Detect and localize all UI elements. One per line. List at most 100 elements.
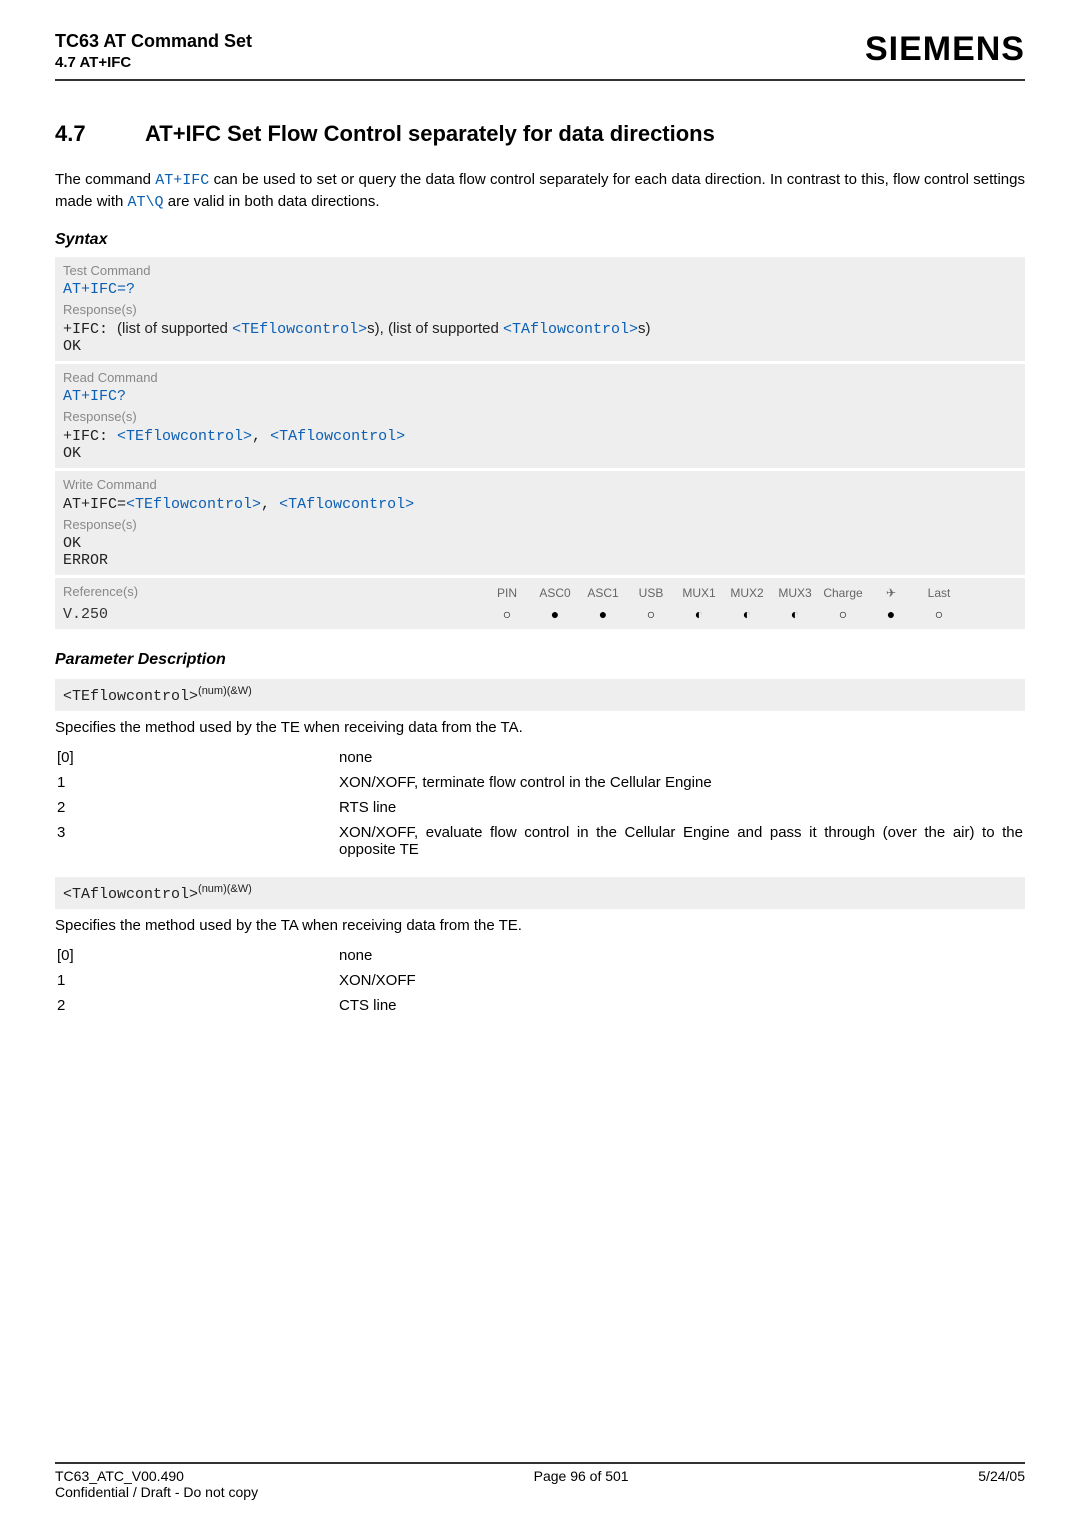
footer-center: Page 96 of 501 [534,1468,629,1484]
col-asc0: ASC0 [531,586,579,600]
section-title-text: AT+IFC Set Flow Control separately for d… [145,121,715,146]
ok-text: OK [63,445,1017,462]
panel-label: Response(s) [63,302,1017,317]
table-row: 2CTS line [57,994,1023,1017]
param-key: 1 [57,969,337,992]
status-icon: ● [579,606,627,622]
te-tag: <TEflowcontrol> [232,321,367,338]
cmd-prefix: AT+IFC= [63,496,126,513]
siemens-logo: SIEMENS [865,30,1025,69]
error-text: ERROR [63,552,1017,569]
param-key: 2 [57,796,337,819]
read-response: +IFC: <TEflowcontrol>, <TAflowcontrol> [63,427,1017,445]
read-command: AT+IFC? [63,388,1017,405]
syntax-heading: Syntax [55,231,1025,249]
reference-columns: PIN ASC0 ASC1 USB MUX1 MUX2 MUX3 Charge … [483,586,963,600]
table-row: [0]none [57,746,1023,769]
write-command: AT+IFC=<TEflowcontrol>, <TAflowcontrol> [63,495,1017,513]
reference-value: V.250 [63,606,483,623]
reference-icons: ○ ● ● ○ ◐ ◐ ◐ ○ ● ○ [483,606,963,622]
comma: , [252,428,270,445]
ta-sup: (num)(&W) [198,883,252,895]
table-row: 3XON/XOFF, evaluate flow control in the … [57,821,1023,861]
ta-tag-text: <TAflowcontrol> [63,886,198,903]
header-rule [55,79,1025,81]
comma: , [261,496,279,513]
cmd-atq: AT\Q [128,194,164,211]
status-icon: ◐ [675,606,723,622]
te-tag: <TEflowcontrol> [117,428,252,445]
header-section: 4.7 AT+IFC [55,53,252,73]
reference-panel: Reference(s) PIN ASC0 ASC1 USB MUX1 MUX2… [55,578,1025,629]
te-tag: <TEflowcontrol> [126,496,261,513]
param-key: 3 [57,821,337,861]
param-value: CTS line [339,994,1023,1017]
ok-text: OK [63,338,1017,355]
intro-text: are valid in both data directions. [164,193,380,210]
te-tag-text: <TEflowcontrol> [63,688,198,705]
param-value: XON/XOFF [339,969,1023,992]
reference-label: Reference(s) [63,584,483,599]
resp-text: s) [638,320,651,337]
table-row: 1XON/XOFF [57,969,1023,992]
te-param-table: [0]none 1XON/XOFF, terminate flow contro… [55,744,1025,863]
param-key: [0] [57,746,337,769]
section-heading: 4.7AT+IFC Set Flow Control separately fo… [55,121,1025,147]
cmd-atifc: AT+IFC [155,172,209,189]
header-left: TC63 AT Command Set 4.7 AT+IFC [55,30,252,73]
status-icon: ● [867,606,915,622]
col-usb: USB [627,586,675,600]
panel-label: Write Command [63,477,1017,492]
ta-desc: Specifies the method used by the TA when… [55,917,1025,934]
intro-paragraph: The command AT+IFC can be used to set or… [55,169,1025,213]
write-command-panel: Write Command AT+IFC=<TEflowcontrol>, <T… [55,471,1025,575]
table-row: 2RTS line [57,796,1023,819]
status-icon: ○ [483,606,531,622]
col-last: Last [915,586,963,600]
te-desc: Specifies the method used by the TE when… [55,719,1025,736]
footer-rule [55,1462,1025,1464]
product-title: TC63 AT Command Set [55,30,252,53]
resp-text: (list of supported [117,320,232,337]
resp-text: s), (list of supported [367,320,503,337]
page-footer: TC63_ATC_V00.490 Page 96 of 501 5/24/05 … [55,1462,1025,1500]
page-header: TC63 AT Command Set 4.7 AT+IFC SIEMENS [55,30,1025,73]
col-mux2: MUX2 [723,586,771,600]
panel-label: Response(s) [63,517,1017,532]
col-mux3: MUX3 [771,586,819,600]
status-icon: ○ [819,606,867,622]
ta-tag: <TAflowcontrol> [503,321,638,338]
param-key: 2 [57,994,337,1017]
table-row: [0]none [57,944,1023,967]
param-value: RTS line [339,796,1023,819]
param-value: none [339,746,1023,769]
ta-tag: <TAflowcontrol> [270,428,405,445]
footer-left: TC63_ATC_V00.490 [55,1468,184,1484]
resp-prefix: +IFC: [63,321,117,338]
col-mux1: MUX1 [675,586,723,600]
test-command: AT+IFC=? [63,281,1017,298]
status-icon: ◐ [771,606,819,622]
param-value: XON/XOFF, evaluate flow control in the C… [339,821,1023,861]
test-response: +IFC: (list of supported <TEflowcontrol>… [63,320,1017,338]
ok-text: OK [63,535,1017,552]
status-icon: ○ [627,606,675,622]
param-key: [0] [57,944,337,967]
table-row: 1XON/XOFF, terminate flow control in the… [57,771,1023,794]
test-command-panel: Test Command AT+IFC=? Response(s) +IFC: … [55,257,1025,361]
col-charge: Charge [819,586,867,600]
panel-label: Response(s) [63,409,1017,424]
ta-tag: <TAflowcontrol> [279,496,414,513]
section-number: 4.7 [55,121,145,147]
footer-right: 5/24/05 [978,1468,1025,1484]
status-icon: ◐ [723,606,771,622]
ta-param-tag: <TAflowcontrol>(num)(&W) [55,877,1025,909]
ta-param-table: [0]none 1XON/XOFF 2CTS line [55,942,1025,1019]
te-sup: (num)(&W) [198,685,252,697]
col-asc1: ASC1 [579,586,627,600]
intro-text: The command [55,171,155,188]
param-value: XON/XOFF, terminate flow control in the … [339,771,1023,794]
param-desc-heading: Parameter Description [55,651,1025,669]
col-airplane-icon: ✈ [867,586,915,600]
panel-label: Test Command [63,263,1017,278]
